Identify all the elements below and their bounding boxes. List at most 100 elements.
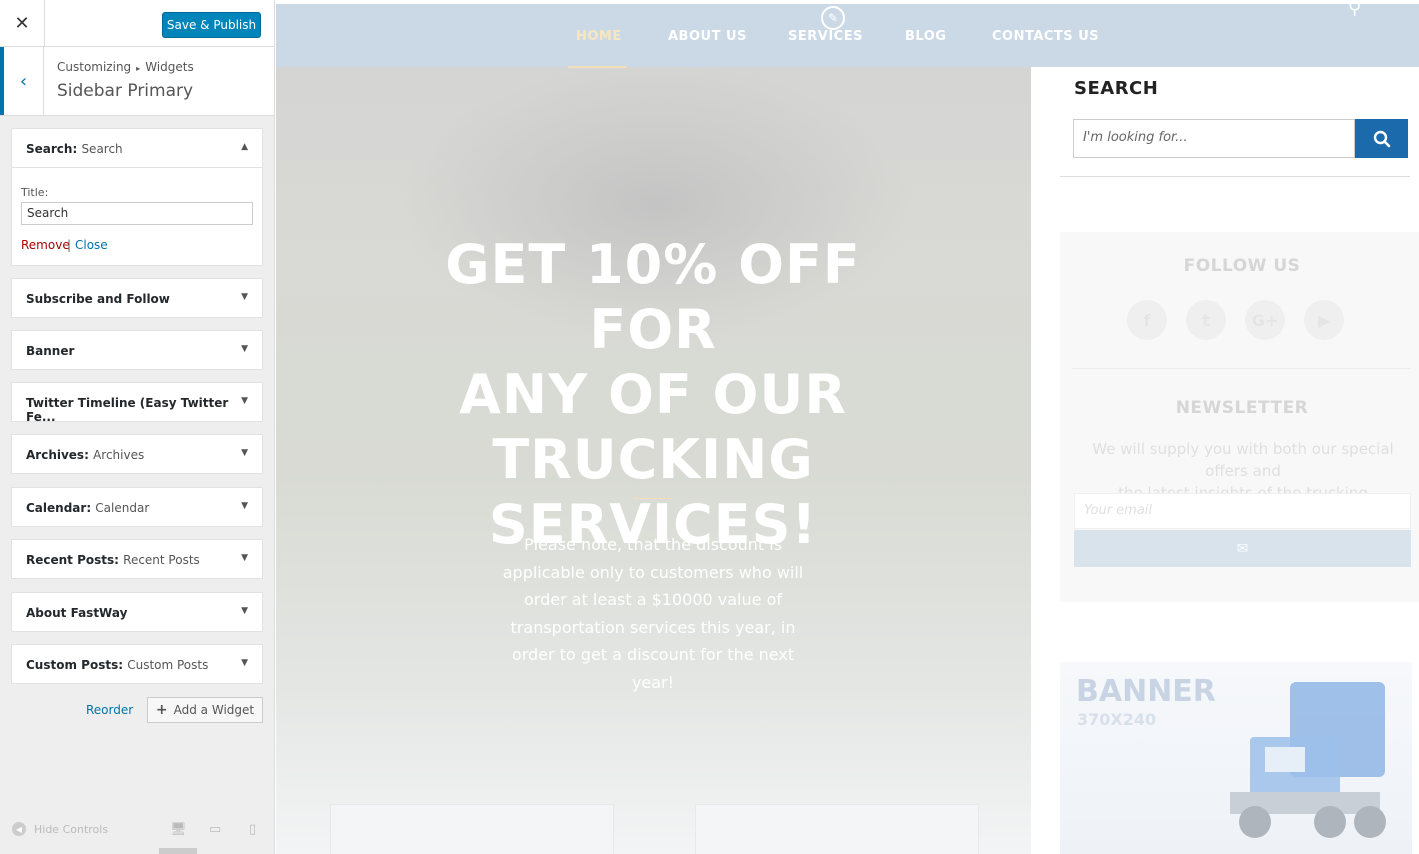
expand-arrow-icon[interactable]: ▼: [241, 606, 248, 616]
nav-home[interactable]: HOME: [576, 29, 622, 44]
hide-controls-label: Hide Controls: [34, 822, 109, 836]
facebook-icon[interactable]: f: [1127, 300, 1167, 340]
truck-image: [1230, 682, 1386, 838]
edit-shortcut-pencil-icon[interactable]: ✎: [821, 6, 845, 30]
customizer-panel: ✕ Save & Publish ‹ Customizing ▸ Widgets S…: [0, 0, 275, 854]
nav-services[interactable]: SERVICES: [788, 29, 863, 44]
widget-name: Recent Posts: [26, 553, 115, 567]
hero-text-line: Please note, that the discount is: [523, 535, 783, 554]
newsletter-text-line: We will supply you with both our special…: [1092, 440, 1394, 480]
expand-arrow-icon[interactable]: ▼: [241, 553, 248, 563]
widget-form: Title: Search Remove | Close: [12, 167, 262, 265]
search-submit-button[interactable]: [1355, 119, 1408, 158]
search-icon[interactable]: ⚲: [1348, 4, 1361, 19]
search-icon: [1373, 130, 1390, 147]
hero-text-line: transportation services this year, in: [510, 617, 796, 637]
widget-name: Banner: [26, 344, 75, 358]
widget-subtitle: Custom Posts: [127, 658, 209, 672]
active-nav-indicator: [568, 66, 627, 68]
search-widget-title: SEARCH: [1074, 78, 1159, 99]
breadcrumb-customizing: Customizing: [57, 60, 132, 74]
widget-subscribe-follow[interactable]: Subscribe and Follow ▼: [11, 278, 263, 318]
nav-blog[interactable]: BLOG: [905, 29, 946, 44]
search-input[interactable]: I'm looking for...: [1073, 119, 1355, 158]
panel-header: ✕ Save & Publish: [0, 0, 274, 47]
hero-text-line: order to get a discount for the next yea…: [511, 645, 795, 692]
hero-title-line: ANY OF OUR: [459, 363, 847, 426]
mobile-preview-icon[interactable]: ▯: [249, 822, 256, 837]
reorder-link[interactable]: Reorder: [86, 703, 133, 717]
active-device-indicator: [159, 848, 197, 854]
widget-name: Calendar: [26, 501, 87, 515]
breadcrumb: Customizing ▸ Widgets: [57, 60, 194, 74]
collapse-arrow-icon[interactable]: ▲: [241, 142, 248, 152]
expand-arrow-icon[interactable]: ▼: [241, 658, 248, 668]
section-header: ‹ Customizing ▸ Widgets Sidebar Primary: [0, 47, 274, 116]
widget-subtitle: Archives: [93, 448, 145, 462]
banner-widget[interactable]: BANNER 370X240: [1060, 662, 1412, 854]
widget-calendar[interactable]: Calendar: Calendar ▼: [11, 487, 263, 527]
newsletter-email-input[interactable]: Your email: [1074, 493, 1411, 529]
close-link[interactable]: Close: [75, 238, 108, 252]
hide-controls-button[interactable]: ◀ Hide Controls: [12, 822, 108, 836]
newsletter-title: NEWSLETTER: [1175, 398, 1309, 418]
sidebar-primary: SEARCH I'm looking for... FOLLOW US f t …: [1031, 67, 1419, 854]
close-icon: ✕: [14, 12, 30, 34]
widget-twitter-timeline[interactable]: Twitter Timeline (Easy Twitter Fe... ▼: [11, 382, 263, 424]
hero-title-line: TRUCKING: [492, 428, 814, 491]
widget-banner[interactable]: Banner ▼: [11, 330, 263, 370]
expand-arrow-icon[interactable]: ▼: [241, 448, 248, 458]
widget-name: Twitter Timeline (Easy Twitter Fe...: [26, 396, 229, 424]
expand-arrow-icon[interactable]: ▼: [241, 344, 248, 354]
banner-title: BANNER: [1076, 674, 1216, 709]
follow-us-title: FOLLOW US: [1183, 256, 1301, 276]
expand-arrow-icon[interactable]: ▼: [241, 396, 248, 406]
widget-name: Subscribe and Follow: [26, 292, 170, 306]
arrow-left-circle-icon: ◀: [12, 822, 26, 836]
breadcrumb-widgets: Widgets: [145, 60, 194, 74]
newsletter-submit-button[interactable]: ✉: [1074, 530, 1411, 567]
title-label: Title:: [21, 186, 49, 199]
tablet-preview-icon[interactable]: ▭: [209, 822, 221, 837]
widget-subtitle: Recent Posts: [123, 553, 200, 567]
section-title: Sidebar Primary: [57, 81, 194, 101]
widget-subtitle: Calendar: [95, 501, 150, 515]
service-card[interactable]: [695, 804, 979, 854]
expand-arrow-icon[interactable]: ▼: [241, 501, 248, 511]
back-button[interactable]: ‹: [0, 47, 44, 115]
widget-divider: [1060, 176, 1410, 177]
add-widget-label: Add a Widget: [173, 703, 255, 717]
add-widget-button[interactable]: + Add a Widget: [147, 697, 263, 723]
save-publish-button[interactable]: Save & Publish: [162, 12, 261, 38]
service-card[interactable]: [330, 804, 614, 854]
widget-about-fastway[interactable]: About FastWay ▼: [11, 592, 263, 632]
widget-header[interactable]: Search: Search ▲: [12, 129, 262, 167]
nav-about-us[interactable]: ABOUT US: [668, 29, 747, 44]
expand-arrow-icon[interactable]: ▼: [241, 292, 248, 302]
widget-recent-posts[interactable]: Recent Posts: Recent Posts ▼: [11, 539, 263, 579]
hero-divider: [634, 498, 672, 499]
banner-size: 370X240: [1077, 710, 1157, 729]
desktop-preview-icon[interactable]: 🖥: [170, 822, 187, 837]
widget-divider: [1072, 368, 1410, 369]
hero-section: GET 10% OFF FOR ANY OF OUR TRUCKING SERV…: [276, 4, 1031, 854]
hero-text-line: order at least a $10000 value of: [524, 590, 782, 609]
site-preview: GET 10% OFF FOR ANY OF OUR TRUCKING SERV…: [276, 4, 1419, 854]
main-navigation: HOME ABOUT US SERVICES BLOG CONTACTS US …: [276, 4, 1419, 68]
remove-link[interactable]: Remove: [21, 238, 70, 252]
widget-name: Search: [26, 142, 73, 156]
nav-contacts-us[interactable]: CONTACTS US: [992, 29, 1099, 44]
plus-icon: +: [155, 702, 168, 718]
hero-title: GET 10% OFF FOR ANY OF OUR TRUCKING SERV…: [383, 232, 923, 557]
google-plus-icon[interactable]: G+: [1245, 300, 1285, 340]
chevron-left-icon: ‹: [19, 70, 28, 92]
title-input[interactable]: Search: [21, 202, 253, 225]
twitter-icon[interactable]: t: [1186, 300, 1226, 340]
widget-custom-posts[interactable]: Custom Posts: Custom Posts ▼: [11, 644, 263, 684]
widget-subtitle: Search: [81, 142, 123, 156]
close-customizer-button[interactable]: ✕: [0, 0, 45, 46]
hero-text-line: applicable only to customers who will: [502, 562, 804, 582]
link-separator: |: [67, 238, 72, 252]
youtube-icon[interactable]: ▶: [1304, 300, 1344, 340]
widget-archives[interactable]: Archives: Archives ▼: [11, 434, 263, 474]
